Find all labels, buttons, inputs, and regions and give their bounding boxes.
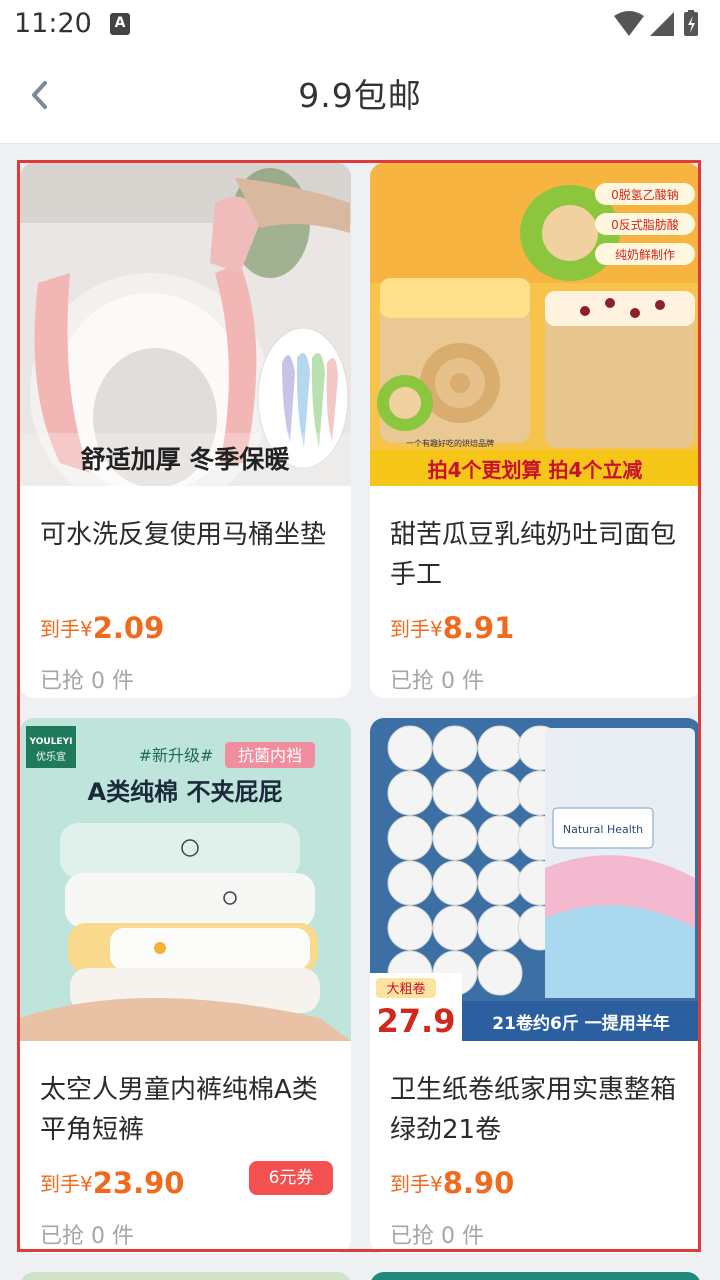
image-caption: 舒适加厚 冬季保暖 [81, 445, 291, 474]
price-prefix: 到手¥ [40, 617, 93, 641]
image-headline: A类纯棉 不夹屁屁 [88, 778, 283, 806]
price-value: 8.90 [442, 1166, 515, 1200]
image-banner: 拍4个更划算 拍4个立减 [428, 458, 643, 482]
image-tag: 纯奶鲜制作 [615, 248, 675, 262]
image-tag: 0脱氢乙酸钠 [611, 187, 679, 202]
product-card[interactable]: 舒适加厚 冬季保暖 可水洗反复使用马桶坐垫 到手¥2.09 已抢 0 件 [20, 163, 351, 698]
sold-count: 已抢 0 件 [390, 669, 484, 694]
product-price: 到手¥2.09 [40, 611, 164, 645]
page-title: 9.9包邮 [298, 76, 422, 115]
product-image: YOULEYI 优乐宜 #新升级# 抗菌内裆 A类纯棉 不夹屁屁 [20, 718, 351, 1041]
battery-icon [684, 10, 698, 36]
image-tag: #新升级# [139, 746, 214, 765]
product-name: 太空人男童内裤纯棉A类平角短裤 [40, 1075, 318, 1145]
image-slogan: 一个有趣好吃的烘焙品牌 [406, 438, 494, 448]
image-tag: 0反式脂肪酸 [611, 217, 679, 232]
status-time: 11:20 [14, 8, 92, 39]
image-banner: 21卷约6斤 一提用半年 [492, 1013, 669, 1034]
product-name: 卫生纸卷纸家用实惠整箱绿劲21卷 [390, 1075, 677, 1145]
image-badge-price: 27.9 [377, 1002, 456, 1040]
wifi-icon [614, 11, 644, 36]
price-prefix: 到手¥ [390, 617, 443, 641]
image-badge-top: 大粗卷 [386, 981, 425, 997]
price-prefix: 到手¥ [390, 1172, 443, 1196]
product-image: 舒适加厚 冬季保暖 [20, 163, 351, 486]
product-card[interactable]: 0脱氢乙酸钠 0反式脂肪酸 纯奶鲜制作 一个有趣好吃的烘焙品牌 拍4个更划算 拍… [370, 163, 701, 698]
price-prefix: 到手¥ [40, 1172, 93, 1196]
sold-count: 已抢 0 件 [390, 1224, 484, 1249]
image-brand-cn: 优乐宜 [36, 750, 66, 763]
notification-icon: A [110, 13, 130, 35]
signal-icon [650, 12, 674, 36]
sold-count: 已抢 0 件 [40, 1224, 134, 1249]
sold-count: 已抢 0 件 [40, 669, 134, 694]
product-card-partial[interactable] [370, 1272, 701, 1280]
product-price: 到手¥8.91 [390, 611, 514, 645]
product-card-partial[interactable] [20, 1272, 351, 1280]
status-icons [614, 10, 706, 38]
nav-bar: 9.9包邮 [0, 50, 720, 144]
price-value: 23.90 [92, 1166, 185, 1200]
product-name: 甜苦瓜豆乳纯奶吐司面包手工 [390, 520, 677, 590]
product-card[interactable]: YOULEYI 优乐宜 #新升级# 抗菌内裆 A类纯棉 不夹屁屁 太空人男童内裤… [20, 718, 351, 1253]
price-value: 8.91 [442, 611, 515, 645]
image-brand: YOULEYI [29, 737, 73, 747]
image-tag: 抗菌内裆 [238, 746, 302, 765]
product-price: 到手¥8.90 [390, 1166, 514, 1200]
product-image: Natural Health 大粗卷 27.9 21卷约6斤 一提用半年 [370, 718, 701, 1041]
image-pack-label: Natural Health [563, 823, 643, 836]
product-name: 可水洗反复使用马桶坐垫 [40, 520, 327, 550]
product-card[interactable]: Natural Health 大粗卷 27.9 21卷约6斤 一提用半年 卫生纸… [370, 718, 701, 1253]
product-price: 到手¥23.90 [40, 1166, 184, 1200]
price-value: 2.09 [92, 611, 165, 645]
product-image: 0脱氢乙酸钠 0反式脂肪酸 纯奶鲜制作 一个有趣好吃的烘焙品牌 拍4个更划算 拍… [370, 163, 701, 486]
status-bar: 11:20 A [0, 0, 720, 50]
coupon-badge[interactable]: 6元券 [249, 1161, 333, 1195]
